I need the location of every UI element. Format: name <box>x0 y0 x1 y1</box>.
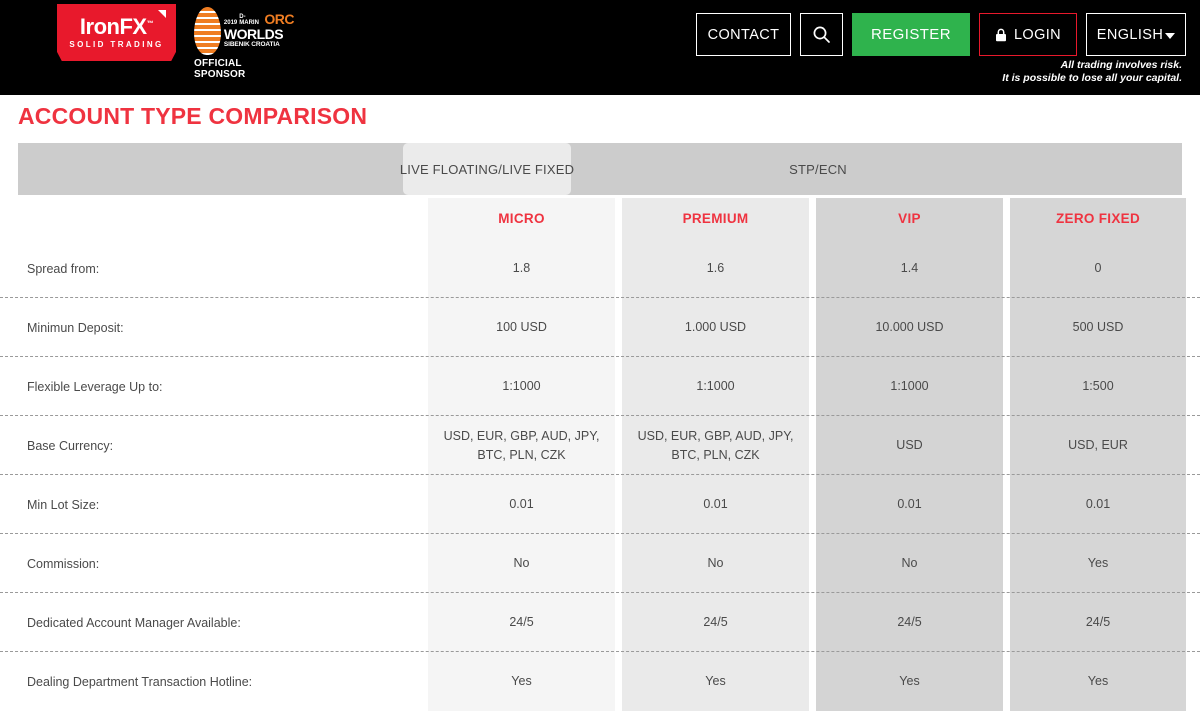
table-cell: 1.8 <box>512 261 531 276</box>
logo-tagline: SOLID TRADING <box>69 40 164 49</box>
table-cell: 1:500 <box>1082 379 1114 394</box>
table-cell: Yes <box>1087 556 1109 571</box>
logo-wordmark: IronFX™ <box>79 14 154 39</box>
table-cell: Yes <box>705 674 726 689</box>
register-button[interactable]: REGISTER <box>852 13 970 56</box>
page-title: ACCOUNT TYPE COMPARISON <box>18 103 368 129</box>
column-header-zero-fixed: ZERO FIXED <box>1055 211 1140 226</box>
table-cell: 0 <box>1094 261 1102 276</box>
chevron-down-icon <box>1165 32 1176 39</box>
column-header-premium: PREMIUM <box>682 211 749 226</box>
sponsor-worlds: WORLDS <box>223 26 284 43</box>
table-cell: USD, EUR, GBP, AUD, JPY, BTC, PLN, CZK <box>443 428 600 462</box>
sponsor-emblem: 2019 D-MARIN ORC WORLDS SIBENIK CROATIA <box>194 6 294 55</box>
sponsor-text-block: 2019 D-MARIN ORC WORLDS SIBENIK CROATIA <box>223 11 295 49</box>
table-cell: 1.000 USD <box>684 320 747 335</box>
row-label: Dealing Department Transaction Hotline: <box>27 674 253 689</box>
contact-button[interactable]: CONTACT <box>696 13 791 56</box>
ironfx-logo[interactable]: IronFX™ SOLID TRADING <box>57 4 176 61</box>
table-cell: 1:1000 <box>696 379 735 394</box>
table-header-row: MICRO PREMIUM VIP ZERO FIXED <box>0 198 1200 239</box>
table-cell: 1:1000 <box>890 379 929 394</box>
row-label: Min Lot Size: <box>27 497 100 512</box>
row-label: Spread from: <box>27 261 100 276</box>
row-label: Base Currency: <box>27 438 114 453</box>
column-header-vip: VIP <box>898 211 921 226</box>
header-nav: CONTACT REGISTER LOGIN ENGLISH <box>696 13 1186 56</box>
search-icon <box>812 25 831 44</box>
lock-icon <box>995 28 1007 42</box>
account-comparison-table: MICRO PREMIUM VIP ZERO FIXED Spread from… <box>0 198 1200 711</box>
table-cell: 0.01 <box>509 497 534 512</box>
table-cell: No <box>707 556 724 571</box>
brand-zone: IronFX™ SOLID TRADING 2019 D-MARIN ORC W… <box>57 4 294 80</box>
table-cell: No <box>513 556 530 571</box>
table-row: Spread from: 1.8 1.6 1.4 0 <box>0 239 1200 298</box>
login-button[interactable]: LOGIN <box>979 13 1077 56</box>
table-row: Min Lot Size: 0.01 0.01 0.01 0.01 <box>0 475 1200 534</box>
register-button-label: REGISTER <box>871 26 951 43</box>
row-label: Flexible Leverage Up to: <box>27 379 163 394</box>
table-cell: 24/5 <box>509 615 534 630</box>
tab-stp-ecn-label: STP/ECN <box>789 161 847 177</box>
site-header: IronFX™ SOLID TRADING 2019 D-MARIN ORC W… <box>0 0 1200 95</box>
sponsor-logo: 2019 D-MARIN ORC WORLDS SIBENIK CROATIA … <box>194 4 294 80</box>
tab-stp-ecn[interactable]: STP/ECN <box>718 143 918 195</box>
table-cell: 1.6 <box>706 261 725 276</box>
sponsor-row-top: 2019 D-MARIN ORC <box>224 11 295 28</box>
sponsor-location: SIBENIK CROATIA <box>223 41 280 49</box>
table-row: Dealing Department Transaction Hotline: … <box>0 652 1200 711</box>
table-cell: 100 USD <box>496 320 547 335</box>
table-row: Flexible Leverage Up to: 1:1000 1:1000 1… <box>0 357 1200 416</box>
table-cell: 24/5 <box>703 615 728 630</box>
table-cell: Yes <box>1087 674 1109 689</box>
sponsor-role: OFFICIAL SPONSOR <box>194 58 246 80</box>
table-cell: 10.000 USD <box>875 320 944 335</box>
table-cell: USD, EUR <box>1068 438 1128 453</box>
table-cell: Yes <box>899 674 920 689</box>
table-cell: 1:1000 <box>502 379 541 394</box>
logo-corner-accent <box>158 10 166 18</box>
sponsor-presenter: D-MARIN <box>239 14 259 27</box>
language-selector[interactable]: ENGLISH <box>1086 13 1186 56</box>
row-label: Commission: <box>27 556 100 571</box>
table-cell: USD <box>896 438 923 453</box>
sail-shell-icon <box>194 6 221 55</box>
table-row: Commission: No No No Yes <box>0 534 1200 593</box>
table-cell: 500 USD <box>1072 320 1124 335</box>
logo-trademark: ™ <box>146 20 154 28</box>
table-cell: 1.4 <box>900 261 919 276</box>
sponsor-event: ORC <box>264 11 294 28</box>
table-cell: 24/5 <box>897 615 922 630</box>
table-cell: 24/5 <box>1085 615 1111 630</box>
table-grid: MICRO PREMIUM VIP ZERO FIXED Spread from… <box>0 198 1200 711</box>
language-selector-label: ENGLISH <box>1096 26 1164 43</box>
table-cell: 0.01 <box>703 497 728 512</box>
logo-name: IronFX <box>79 14 147 39</box>
table-cell: 0.01 <box>1085 497 1111 512</box>
risk-warning: All trading involves risk. It is possibl… <box>1002 59 1182 85</box>
table-cell: Yes <box>511 674 532 689</box>
tab-live-floating-live-fixed-label: LIVE FLOATING/LIVE FIXED <box>399 161 575 177</box>
row-label: Minimun Deposit: <box>27 320 124 335</box>
row-label: Dedicated Account Manager Available: <box>27 615 241 630</box>
table-cell: 0.01 <box>897 497 922 512</box>
search-button[interactable] <box>800 13 843 56</box>
table-row: Minimun Deposit: 100 USD 1.000 USD 10.00… <box>0 298 1200 357</box>
login-button-label: LOGIN <box>1013 26 1062 43</box>
contact-button-label: CONTACT <box>707 26 780 43</box>
table-row: Base Currency: USD, EUR, GBP, AUD, JPY, … <box>0 416 1200 475</box>
table-cell: No <box>901 556 918 571</box>
table-cell: USD, EUR, GBP, AUD, JPY, BTC, PLN, CZK <box>637 428 794 462</box>
table-row: Dedicated Account Manager Available: 24/… <box>0 593 1200 652</box>
column-header-micro: MICRO <box>498 211 545 226</box>
tab-live-floating-live-fixed[interactable]: LIVE FLOATING/LIVE FIXED <box>399 143 575 195</box>
account-category-tabs: LIVE FLOATING/LIVE FIXED STP/ECN <box>18 143 1182 195</box>
